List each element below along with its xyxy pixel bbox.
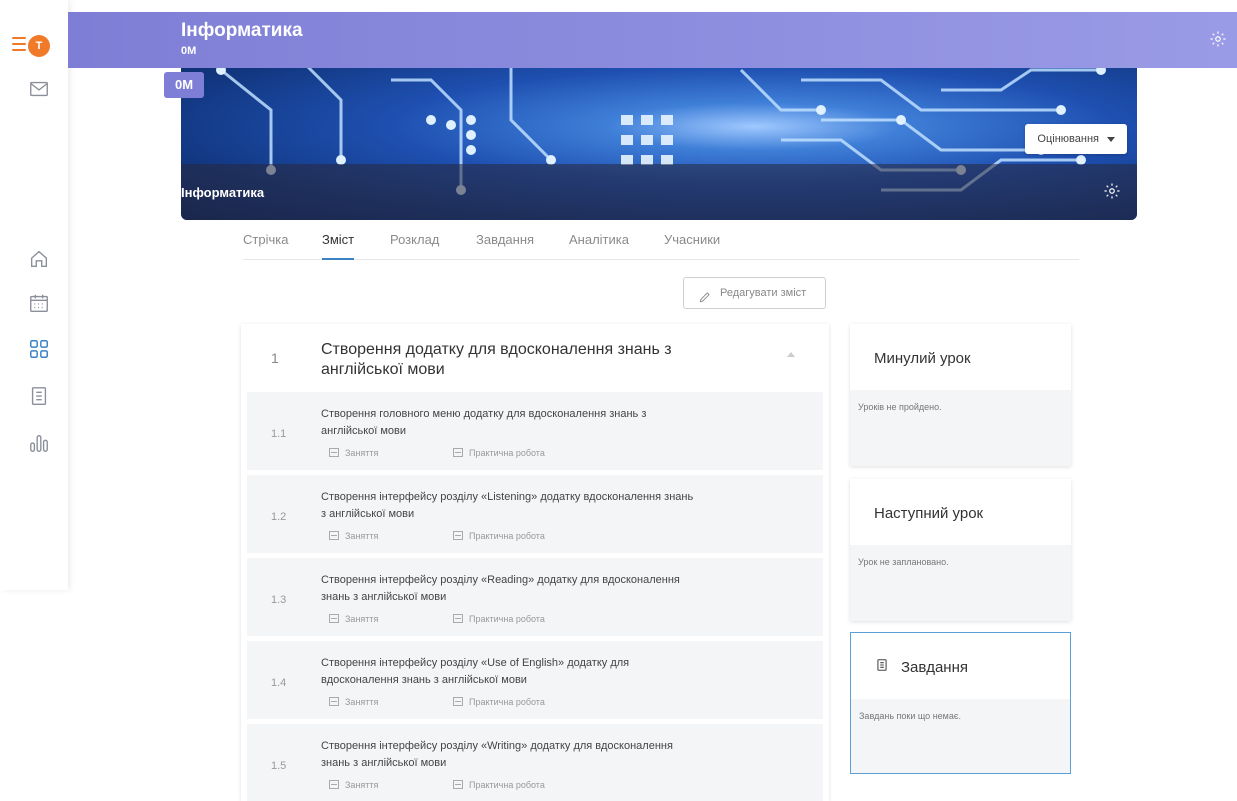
course-badge: 0M	[164, 72, 204, 98]
edit-content-label: Редагувати зміст	[720, 287, 807, 299]
lesson-title: Створення інтерфейсу розділу «Use of Eng…	[321, 657, 630, 686]
practice-tag: Практична робота	[453, 614, 545, 624]
lesson-number: 1.1	[271, 428, 287, 440]
lesson-row[interactable]: 1.3 Створення інтерфейсу розділу «Readin…	[247, 556, 823, 636]
calendar-icon[interactable]	[28, 292, 50, 314]
course-content-list: 1 Створення додатку для вдосконалення зн…	[241, 324, 829, 801]
grading-dropdown-label: Оцінювання	[1037, 133, 1099, 145]
tasks-title: Завдання	[901, 659, 968, 676]
lesson-tag: Заняття	[329, 697, 378, 707]
clipboard-icon	[875, 657, 889, 673]
calendar-icon	[453, 697, 463, 706]
past-lesson-text: Уроків не пройдено.	[858, 402, 942, 412]
lesson-title: Створення інтерфейсу розділу «Listening»…	[321, 491, 694, 520]
lesson-row[interactable]: 1.4 Створення інтерфейсу розділу «Use of…	[247, 639, 823, 719]
lesson-number: 1.4	[271, 677, 287, 689]
tab-schedule[interactable]: Розклад	[390, 232, 439, 260]
tab-feed[interactable]: Стрічка	[243, 232, 288, 260]
lesson-number: 1.5	[271, 760, 287, 772]
gear-icon[interactable]	[1103, 182, 1121, 200]
chart-icon[interactable]	[28, 432, 50, 454]
tasks-card[interactable]: Завдання Завдань поки що немає.	[850, 632, 1071, 774]
practice-tag: Практична робота	[453, 448, 545, 458]
calendar-icon	[329, 780, 339, 789]
lesson-title: Створення інтерфейсу розділу «Writing» д…	[321, 740, 673, 769]
practice-tag: Практична робота	[453, 697, 545, 707]
clipboard-icon[interactable]	[28, 385, 50, 407]
calendar-icon	[329, 614, 339, 623]
lesson-row[interactable]: 1.1 Створення головного меню додатку для…	[247, 390, 823, 470]
pencil-icon	[698, 286, 712, 303]
practice-tag-label: Практична робота	[469, 780, 545, 790]
cover-caption: Інформатика	[181, 185, 265, 200]
lesson-tag-label: Заняття	[345, 448, 379, 458]
section-title: Створення додатку для вдосконалення знан…	[321, 341, 672, 378]
tasks-text: Завдань поки що немає.	[859, 711, 961, 721]
next-lesson-text: Урок не заплановано.	[858, 557, 949, 567]
tab-assignments[interactable]: Завдання	[476, 232, 534, 260]
grid-icon[interactable]	[28, 338, 50, 360]
next-lesson-card: Наступний урок Урок не заплановано.	[850, 479, 1071, 621]
next-lesson-title: Наступний урок	[874, 505, 984, 522]
calendar-icon	[329, 531, 339, 540]
lesson-number: 1.2	[271, 511, 287, 523]
calendar-icon	[453, 531, 463, 540]
tab-content[interactable]: Зміст	[322, 232, 355, 260]
calendar-icon	[329, 448, 339, 457]
calendar-icon	[453, 448, 463, 457]
lesson-tag: Заняття	[329, 448, 378, 458]
calendar-icon	[453, 780, 463, 789]
tab-participants[interactable]: Учасники	[664, 232, 720, 260]
past-lesson-card: Минулий урок Уроків не пройдено.	[850, 324, 1071, 466]
grading-dropdown[interactable]: Оцінювання	[1025, 124, 1127, 154]
practice-tag-label: Практична робота	[469, 448, 545, 458]
course-tabs: Стрічка Зміст Розклад Завдання Аналітика…	[243, 230, 1079, 260]
lesson-title: Створення головного меню додатку для вдо…	[321, 408, 647, 437]
lesson-tag-label: Заняття	[345, 531, 379, 541]
calendar-icon	[453, 614, 463, 623]
edit-content-button[interactable]: Редагувати зміст	[683, 277, 826, 309]
menu-icon[interactable]	[12, 37, 26, 53]
course-header-bar: Інформатика 0M	[68, 12, 1237, 68]
lesson-tag-label: Заняття	[345, 614, 379, 624]
lesson-title: Створення інтерфейсу розділу «Reading» д…	[321, 574, 680, 603]
lesson-tag-label: Заняття	[345, 697, 379, 707]
section-number: 1	[271, 350, 279, 366]
left-rail: T	[0, 0, 68, 590]
practice-tag-label: Практична робота	[469, 697, 545, 707]
lesson-tag: Заняття	[329, 531, 378, 541]
past-lesson-title: Минулий урок	[874, 350, 971, 367]
lesson-number: 1.3	[271, 594, 287, 606]
lesson-tag: Заняття	[329, 780, 378, 790]
practice-tag-label: Практична робота	[469, 531, 545, 541]
course-cover-image: Інформатика Оцінювання	[181, 50, 1137, 220]
lesson-row[interactable]: 1.2 Створення інтерфейсу розділу «Listen…	[247, 473, 823, 553]
tab-analytics[interactable]: Аналітика	[569, 232, 629, 260]
home-icon[interactable]	[28, 248, 50, 270]
avatar[interactable]: T	[28, 35, 50, 57]
practice-tag: Практична робота	[453, 780, 545, 790]
practice-tag-label: Практична робота	[469, 614, 545, 624]
lesson-tag: Заняття	[329, 614, 378, 624]
course-subtitle: 0M	[181, 45, 197, 57]
chevron-up-icon[interactable]	[787, 352, 795, 357]
chevron-down-icon	[1107, 136, 1115, 142]
lesson-row[interactable]: 1.5 Створення інтерфейсу розділу «Writin…	[247, 722, 823, 801]
gear-icon[interactable]	[1209, 30, 1227, 48]
cover-caption-bar	[181, 164, 1137, 220]
course-title: Інформатика	[181, 20, 303, 41]
lesson-tag-label: Заняття	[345, 780, 379, 790]
section-header[interactable]: 1 Створення додатку для вдосконалення зн…	[247, 324, 823, 390]
calendar-icon	[329, 697, 339, 706]
mail-icon[interactable]	[28, 78, 50, 100]
practice-tag: Практична робота	[453, 531, 545, 541]
